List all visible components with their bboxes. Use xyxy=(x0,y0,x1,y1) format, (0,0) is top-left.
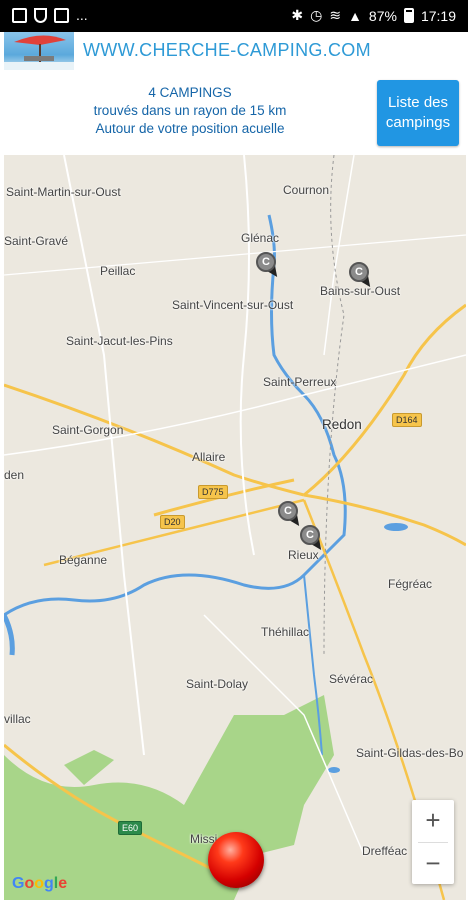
map-view[interactable]: Saint-Martin-sur-Oust Cournon Glénac Sai… xyxy=(4,155,466,900)
place-label: Fégréac xyxy=(388,577,433,591)
image-icon xyxy=(12,7,27,23)
results-position: Autour de votre position acuelle xyxy=(95,121,285,136)
place-label: Saint-Dolay xyxy=(186,677,249,691)
camping-pin-icon[interactable]: C xyxy=(256,252,282,280)
battery-percent: 87% xyxy=(368,7,397,24)
road-shield: D775 xyxy=(198,485,228,499)
road-shield: D20 xyxy=(160,515,185,529)
road-shield: D164 xyxy=(392,413,422,427)
place-label: Saint-Vincent-sur-Oust xyxy=(172,298,294,312)
google-attribution: Google xyxy=(12,875,68,892)
zoom-in-icon[interactable]: + xyxy=(412,800,454,842)
place-label: Rieux xyxy=(288,548,319,562)
bluetooth-icon: ✱ xyxy=(291,7,304,23)
place-label: Allaire xyxy=(192,450,226,464)
place-label: Glénac xyxy=(241,231,280,245)
place-label: Saint-Gravé xyxy=(4,234,69,248)
place-label: Redon xyxy=(322,417,362,432)
place-label: Sévérac xyxy=(329,672,374,686)
status-bar: ... ✱ ◷ ≋ ▲ 87% 17:19 xyxy=(0,0,468,32)
place-label: Saint-Gorgon xyxy=(52,423,124,437)
notification-ellipsis: ... xyxy=(76,7,88,23)
my-location-icon[interactable] xyxy=(208,832,264,888)
results-radius: trouvés dans un rayon de 15 km xyxy=(93,103,287,118)
camping-pin-icon[interactable]: C xyxy=(300,525,326,553)
place-label: Saint-Perreux xyxy=(263,375,337,389)
place-label: Cournon xyxy=(283,183,330,197)
place-label: Saint-Martin-sur-Oust xyxy=(6,185,121,199)
place-label: villac xyxy=(4,712,31,726)
map-background xyxy=(4,155,466,900)
road-shield: E60 xyxy=(118,821,143,835)
dnd-icon xyxy=(54,7,69,23)
signal-icon: ▲ xyxy=(348,7,362,24)
wifi-icon: ≋ xyxy=(329,7,342,23)
place-label: den xyxy=(4,468,25,482)
app-header: WWW.CHERCHE-CAMPING.COM xyxy=(0,32,468,72)
results-count: 4 CAMPINGS xyxy=(148,85,232,100)
place-label: Théhillac xyxy=(261,625,310,639)
zoom-out-icon[interactable]: − xyxy=(412,843,454,885)
place-label: Saint-Jacut-les-Pins xyxy=(66,334,173,348)
clock: 17:19 xyxy=(420,7,456,24)
campsite-parasol-logo[interactable] xyxy=(4,32,74,70)
alarm-icon: ◷ xyxy=(310,7,323,23)
place-label: Béganne xyxy=(59,553,108,567)
place-label: Bains-sur-Oust xyxy=(320,284,401,298)
camping-pin-icon[interactable]: C xyxy=(278,501,304,529)
camping-pin-icon[interactable]: C xyxy=(349,262,375,290)
zoom-controls: + − xyxy=(412,800,454,884)
place-label: Drefféac xyxy=(362,844,408,858)
results-summary: 4 CAMPINGS trouvés dans un rayon de 15 k… xyxy=(0,84,380,138)
shield-icon xyxy=(34,7,47,23)
battery-icon xyxy=(403,8,414,23)
place-label: Saint-Gildas-des-Bo xyxy=(356,746,464,760)
campings-list-button[interactable]: Liste des campings xyxy=(377,80,459,146)
place-label: Peillac xyxy=(100,264,136,278)
site-title[interactable]: WWW.CHERCHE-CAMPING.COM xyxy=(83,40,371,61)
